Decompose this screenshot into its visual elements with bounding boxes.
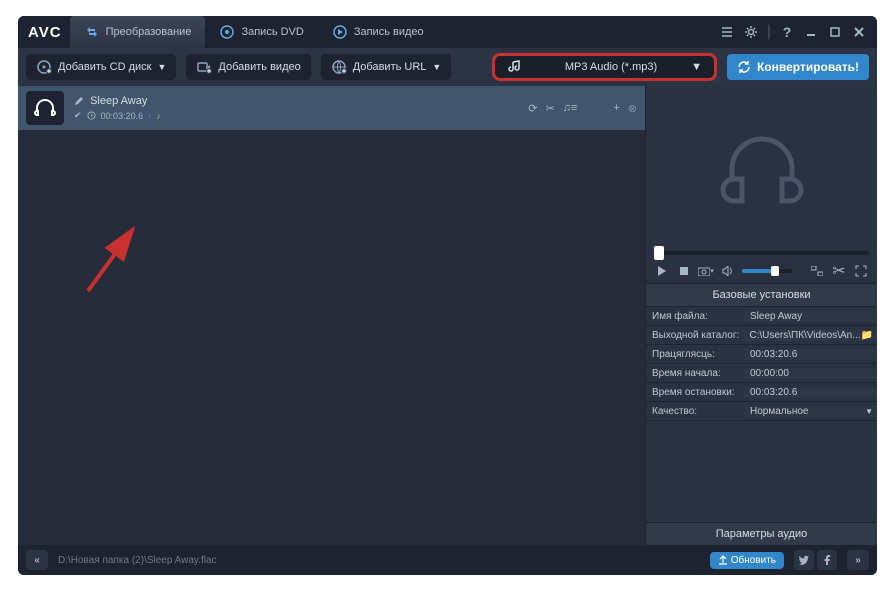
cut-icon[interactable]: ✂ [545, 102, 554, 115]
file-thumbnail [26, 91, 64, 125]
refresh-icon[interactable]: ⟳ [528, 102, 537, 115]
button-label: Добавить видео [218, 61, 300, 73]
right-pane: ▾ ✂ Базовые установки Имя файла:Sleep Aw… [645, 86, 877, 545]
tab-record[interactable]: Запись видео [318, 16, 438, 48]
fullscreen-icon[interactable] [853, 263, 869, 279]
video-icon [196, 59, 212, 75]
dvd-icon [219, 24, 235, 40]
remove-icon[interactable]: ⊗ [628, 102, 637, 115]
slider-thumb[interactable] [654, 246, 664, 260]
scissors-icon[interactable]: ✂ [831, 263, 847, 279]
preview-area [646, 86, 877, 251]
playlist-icon[interactable]: ♫≡ [563, 102, 578, 115]
clock-icon [87, 111, 96, 120]
format-label: MP3 Audio (*.mp3) [545, 61, 677, 73]
convert-button[interactable]: Конвертировать! [727, 54, 869, 80]
file-info: Sleep Away ✔ 00:03:20.6 › ♪ [74, 95, 161, 121]
settings-row: Працяглясць:00:03:20.6 [646, 345, 877, 364]
add-url-button[interactable]: Добавить URL ▼ [321, 54, 452, 80]
settings-panel: Базовые установки Имя файла:Sleep Away В… [646, 283, 877, 545]
gear-icon[interactable] [743, 24, 759, 40]
statusbar: « D:\Новая папка (2)\Sleep Away.flac Обн… [18, 545, 877, 575]
headphones-icon [32, 95, 58, 121]
tab-label: Запись видео [354, 26, 424, 38]
button-label: Добавить CD диск [58, 61, 152, 73]
output-format-selector[interactable]: MP3 Audio (*.mp3) ▼ [492, 53, 717, 81]
tab-label: Запись DVD [241, 26, 303, 38]
collapse-right-button[interactable]: » [847, 550, 869, 570]
close-icon[interactable] [851, 24, 867, 40]
refresh-icon [737, 60, 751, 74]
update-button[interactable]: Обновить [710, 552, 784, 569]
button-label: Конвертировать! [757, 60, 859, 74]
add-video-button[interactable]: Добавить видео [186, 54, 310, 80]
facebook-icon[interactable] [817, 550, 837, 570]
settings-row: Выходной каталог:C:\Users\ПК\Videos\An..… [646, 326, 877, 345]
settings-row: Время начала:00:00:00 [646, 364, 877, 383]
chevron-right-icon: › [148, 111, 151, 121]
app-logo: AVC [28, 24, 62, 41]
settings-row: Качество:Нормальное▼ [646, 402, 877, 421]
file-title: Sleep Away [74, 95, 161, 107]
play-button[interactable] [654, 263, 670, 279]
volume-icon[interactable] [720, 263, 736, 279]
aspect-icon[interactable] [809, 263, 825, 279]
app-window: AVC Преобразование Запись DVD Запись вид… [18, 16, 877, 575]
checkmark-icon: ✔ [74, 110, 82, 121]
cd-icon [36, 59, 52, 75]
toolbar: Добавить CD диск ▼ Добавить видео Добави… [18, 48, 877, 86]
headphones-preview-icon [712, 119, 812, 219]
tab-convert[interactable]: Преобразование [70, 16, 206, 48]
folder-icon: 📁 [861, 330, 873, 341]
convert-icon [84, 24, 100, 40]
file-row[interactable]: Sleep Away ✔ 00:03:20.6 › ♪ ⟳ ✂ ♫≡ + [18, 86, 645, 130]
duration-text: 00:03:20.6 [101, 111, 144, 121]
settings-row: Время остановки:00:03:20.6 [646, 383, 877, 402]
record-icon [332, 24, 348, 40]
social-icons [794, 550, 837, 570]
title-right: | ? [719, 23, 867, 41]
pencil-icon [74, 96, 84, 106]
player-controls: ▾ ✂ [646, 259, 877, 283]
collapse-left-button[interactable]: « [26, 550, 48, 570]
row-actions: ⟳ ✂ ♫≡ + ⊗ [528, 102, 637, 115]
minimize-icon[interactable] [803, 24, 819, 40]
volume-slider[interactable] [742, 269, 792, 273]
status-path: D:\Новая папка (2)\Sleep Away.flac [58, 555, 217, 566]
settings-table: Имя файла:Sleep Away Выходной каталог:C:… [646, 307, 877, 522]
help-icon[interactable]: ? [779, 24, 795, 40]
stop-button[interactable] [676, 263, 692, 279]
file-meta: ✔ 00:03:20.6 › ♪ [74, 110, 161, 121]
tab-dvd[interactable]: Запись DVD [205, 16, 317, 48]
add-cd-button[interactable]: Добавить CD диск ▼ [26, 54, 176, 80]
add-icon[interactable]: + [613, 102, 619, 115]
titlebar: AVC Преобразование Запись DVD Запись вид… [18, 16, 877, 48]
seek-slider[interactable] [646, 251, 877, 259]
upload-icon [718, 555, 728, 565]
chevron-down-icon: ▼ [691, 61, 702, 73]
maximize-icon[interactable] [827, 24, 843, 40]
list-icon[interactable] [719, 24, 735, 40]
chevron-down-icon: ▼ [432, 62, 441, 72]
music-note-icon [507, 59, 523, 75]
file-list-pane: Sleep Away ✔ 00:03:20.6 › ♪ ⟳ ✂ ♫≡ + [18, 86, 645, 545]
button-label: Добавить URL [353, 61, 427, 73]
tab-label: Преобразование [106, 26, 192, 38]
camera-icon[interactable]: ▾ [698, 263, 714, 279]
globe-icon [331, 59, 347, 75]
settings-header: Базовые установки [646, 283, 877, 307]
main-tabs: Преобразование Запись DVD Запись видео [70, 16, 438, 48]
settings-row: Имя файла:Sleep Away [646, 307, 877, 326]
music-note-icon: ♪ [156, 111, 161, 121]
twitter-icon[interactable] [794, 550, 814, 570]
annotation-arrow [78, 221, 148, 301]
chevron-down-icon: ▼ [158, 62, 167, 72]
main-area: Sleep Away ✔ 00:03:20.6 › ♪ ⟳ ✂ ♫≡ + [18, 86, 877, 545]
chevron-down-icon: ▼ [865, 407, 873, 416]
audio-params-button[interactable]: Параметры аудио [646, 522, 877, 545]
